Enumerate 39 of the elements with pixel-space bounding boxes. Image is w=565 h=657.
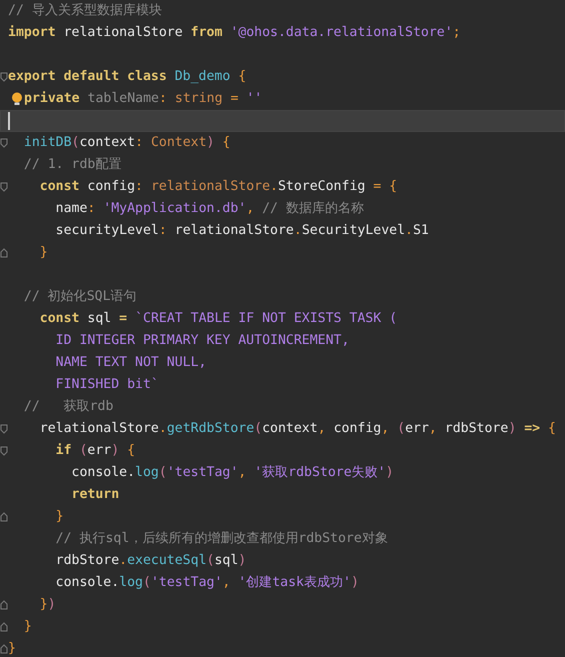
code-line: }: [22, 618, 32, 636]
fold-icon[interactable]: [0, 182, 8, 192]
code-line: }: [38, 244, 48, 262]
code-line: }): [38, 596, 56, 614]
code-line: securityLevel: relationalStore.SecurityLevel.S1: [54, 222, 429, 240]
code-line: }: [54, 508, 64, 526]
fold-icon[interactable]: [0, 512, 8, 522]
code-line: const sql = `CREAT TABLE IF NOT EXISTS TASK (: [38, 310, 398, 328]
lightbulb-icon[interactable]: [11, 92, 23, 106]
fold-icon[interactable]: [0, 446, 8, 456]
fold-icon[interactable]: [0, 600, 8, 610]
fold-icon[interactable]: [0, 72, 8, 82]
code-line: initDB(context: Context) {: [22, 134, 230, 152]
code-line: // 执行sql，后续所有的增删改查都使用rdbStore对象: [54, 530, 388, 548]
code-line: // 1. rdb配置: [22, 156, 122, 174]
code-line: name: 'MyApplication.db', // 数据库的名称: [54, 200, 364, 218]
code-line: import relationalStore from '@ohos.data.relationalStore';: [8, 24, 461, 42]
code-line: ID INTEGER PRIMARY KEY AUTOINCREMENT,: [54, 332, 350, 350]
code-line: console.log('testTag', '获取rdbStore失败'): [70, 464, 394, 482]
code-line: relationalStore.getRdbStore(context, config, (err, rdbStore) => {: [38, 420, 556, 438]
code-line: if (err) {: [54, 442, 136, 460]
fold-icon[interactable]: [0, 138, 8, 148]
fold-icon[interactable]: [0, 248, 8, 258]
code-line: // 初始化SQL语句: [22, 288, 137, 306]
code-line: console.log('testTag', '创建task表成功'): [54, 574, 359, 592]
code-line: }: [8, 640, 16, 657]
text-cursor: [8, 112, 10, 130]
code-line: rdbStore.executeSql(sql): [54, 552, 246, 570]
code-line: return: [70, 486, 120, 504]
fold-icon[interactable]: [0, 644, 8, 654]
code-line: export default class Db_demo {: [8, 68, 246, 86]
code-line: const config: relationalStore.StoreConfig = {: [38, 178, 398, 196]
code-line: private tableName: string = '': [24, 90, 262, 108]
code-line: FINISHED bit`: [54, 376, 159, 394]
code-line: // 导入关系型数据库模块: [8, 2, 162, 20]
fold-icon[interactable]: [0, 622, 8, 632]
code-line: // 获取rdb: [22, 398, 114, 416]
code-line: NAME TEXT NOT NULL,: [54, 354, 206, 372]
fold-icon[interactable]: [0, 424, 8, 434]
